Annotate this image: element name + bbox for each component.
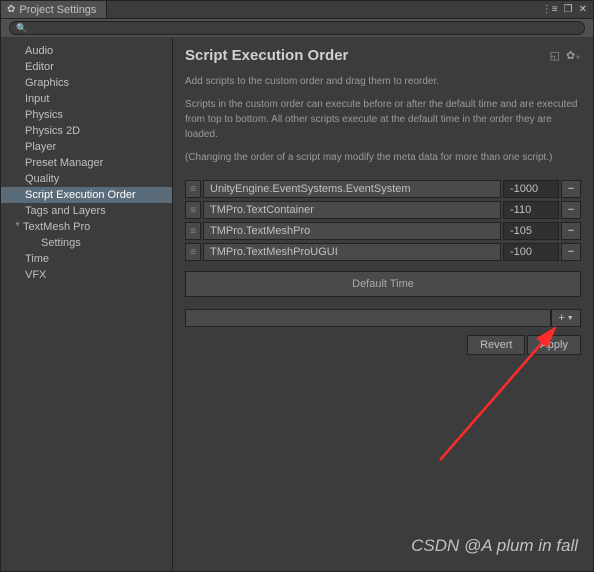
script-order-input[interactable]: -1000 [503,180,559,198]
remove-script-button[interactable]: − [561,180,581,198]
plus-icon: + [558,312,564,324]
script-order-input[interactable]: -110 [503,201,559,219]
sidebar: AudioEditorGraphicsInputPhysicsPhysics 2… [1,37,173,571]
sidebar-item-tags-and-layers[interactable]: Tags and Layers [1,203,172,219]
window-controls: ⋮≡ ❐ ✕ [540,4,593,15]
search-input[interactable]: 🔍 [9,21,585,35]
sidebar-item-vfx[interactable]: VFX [1,267,172,283]
sidebar-item-physics-2d[interactable]: Physics 2D [1,123,172,139]
sidebar-item-graphics[interactable]: Graphics [1,75,172,91]
drag-handle-icon[interactable]: ≡ [185,201,201,219]
drag-handle-icon[interactable]: ≡ [185,180,201,198]
watermark: CSDN @A plum in fall [411,536,578,556]
chevron-down-icon: ▼ [567,315,574,322]
sidebar-item-preset-manager[interactable]: Preset Manager [1,155,172,171]
settings-icon[interactable]: ✿₊ [566,49,581,62]
drag-handle-icon[interactable]: ≡ [185,222,201,240]
sidebar-item-quality[interactable]: Quality [1,171,172,187]
sidebar-item-settings[interactable]: Settings [1,235,172,251]
window-title: Project Settings [19,4,96,16]
apply-button[interactable]: Apply [527,335,581,355]
content-panel: Script Execution Order ◱ ✿₊ Add scripts … [173,37,593,571]
description-2: Scripts in the custom order can execute … [185,97,581,142]
sidebar-item-time[interactable]: Time [1,251,172,267]
titlebar: ✿ Project Settings ⋮≡ ❐ ✕ [1,1,593,19]
remove-script-button[interactable]: − [561,201,581,219]
add-script-button[interactable]: + ▼ [551,309,581,327]
add-track [185,309,551,327]
menu-icon[interactable]: ⋮≡ [540,4,560,15]
popout-icon[interactable]: ❐ [562,4,575,15]
search-icon: 🔍 [16,23,27,34]
sidebar-item-script-execution-order[interactable]: Script Execution Order [1,187,172,203]
script-row: ≡TMPro.TextContainer-110− [185,200,581,220]
script-list: ≡UnityEngine.EventSystems.EventSystem-10… [185,179,581,263]
sidebar-item-audio[interactable]: Audio [1,43,172,59]
sidebar-item-input[interactable]: Input [1,91,172,107]
revert-button[interactable]: Revert [467,335,525,355]
sidebar-item-physics[interactable]: Physics [1,107,172,123]
window-tab[interactable]: ✿ Project Settings [1,1,107,18]
description-1: Add scripts to the custom order and drag… [185,74,581,89]
default-time-row: Default Time [185,271,581,297]
script-name: TMPro.TextMeshProUGUI [203,243,501,261]
script-name: UnityEngine.EventSystems.EventSystem [203,180,501,198]
description-3: (Changing the order of a script may modi… [185,150,581,165]
project-settings-window: ✿ Project Settings ⋮≡ ❐ ✕ 🔍 AudioEditorG… [0,0,594,572]
sidebar-item-player[interactable]: Player [1,139,172,155]
remove-script-button[interactable]: − [561,222,581,240]
sidebar-item-editor[interactable]: Editor [1,59,172,75]
script-order-input[interactable]: -100 [503,243,559,261]
drag-handle-icon[interactable]: ≡ [185,243,201,261]
gear-icon: ✿ [7,4,15,15]
help-icon[interactable]: ◱ [550,49,560,62]
script-order-input[interactable]: -105 [503,222,559,240]
sidebar-item-textmesh-pro[interactable]: TextMesh Pro [1,219,172,235]
close-icon[interactable]: ✕ [577,4,589,15]
script-row: ≡TMPro.TextMeshPro-105− [185,221,581,241]
script-name: TMPro.TextMeshPro [203,222,501,240]
page-title: Script Execution Order [185,47,348,64]
search-bar: 🔍 [1,19,593,37]
script-row: ≡UnityEngine.EventSystems.EventSystem-10… [185,179,581,199]
script-name: TMPro.TextContainer [203,201,501,219]
script-row: ≡TMPro.TextMeshProUGUI-100− [185,242,581,262]
remove-script-button[interactable]: − [561,243,581,261]
